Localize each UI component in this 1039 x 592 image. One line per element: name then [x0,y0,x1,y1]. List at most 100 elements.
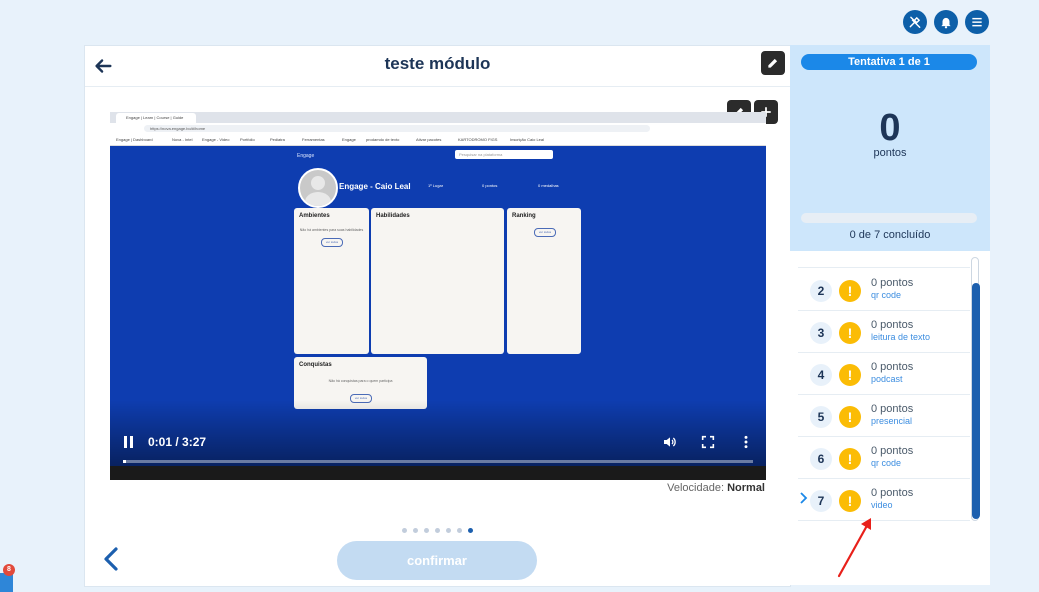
item-points: 0 pontos [871,403,914,415]
menu-icon [972,17,982,27]
tools-button[interactable] [903,10,927,34]
bookmark: KARTODROMO FIGS [458,137,498,142]
item-type: podcast [871,374,903,384]
bookmark: Nova - Intel [172,137,193,142]
item-points: 0 pontos [871,277,914,289]
recorded-bookmarks: Engage | Dashboard Nova - Intel Engage -… [110,134,766,146]
score-summary: Tentativa 1 de 1 0 pontos 0 de 7 concluí… [790,45,990,251]
menu-button[interactable] [965,10,989,34]
recorded-browser-tab: Engage | Learn | Course | Guide [116,113,196,123]
top-actions [903,10,989,34]
panel-text: Não há conquistas para o quem participa [328,379,393,383]
recorded-browser-tabs: Engage | Learn | Course | Guide [110,112,766,123]
carousel-dot[interactable] [435,528,440,533]
list-item-partial [798,255,970,268]
recorded-panel-ranking: Ranking ver todos [507,208,581,354]
bookmark: Pediatra [270,137,285,142]
pencil-icon [768,58,778,68]
recorded-url-bar: https://nova.engage.bo/#/home [110,123,766,134]
panel-text: Não há ambientes para suas habilidades [299,228,364,232]
speed-label: Velocidade: [667,482,725,494]
more-vertical-icon[interactable] [738,434,754,450]
annotation-arrow-icon [837,518,871,578]
item-number: 3 [810,322,832,344]
recorded-taskbar [110,466,766,480]
speed-value: Normal [727,482,765,494]
item-type: presencial [871,416,913,426]
item-number: 4 [810,364,832,386]
item-type: qr code [871,290,902,300]
video-progress-bar[interactable] [123,460,753,463]
carousel-dot[interactable] [402,528,407,533]
recorded-search: Pesquisar na plataforma [455,150,553,159]
list-item[interactable]: 6 ! 0 pontos qr code [798,436,970,479]
warning-icon: ! [839,364,861,386]
recorded-panel-ambientes: Ambientes Não há ambientes para suas hab… [294,208,369,354]
panel-button: ver todos [321,238,343,247]
bookmark: Ativar pacotes [416,137,442,142]
carousel-dot[interactable] [457,528,462,533]
item-points: 0 pontos [871,445,914,457]
side-tab[interactable] [0,573,13,592]
video-progress-fill [123,460,127,463]
warning-icon: ! [839,490,861,512]
activity-card: teste módulo Engage | Learn | Course | G… [84,45,791,587]
bookmark: Engage [342,137,356,142]
attempt-badge: Tentativa 1 de 1 [801,54,977,70]
list-item[interactable]: 5 ! 0 pontos presencial [798,394,970,437]
bookmark: Engage | Dashboard [116,137,153,142]
panel-button: ver todos [534,228,556,237]
item-type: qr code [871,458,902,468]
fullscreen-icon[interactable] [700,434,716,450]
item-number: 6 [810,448,832,470]
carousel-dot[interactable] [446,528,451,533]
completion-text: 0 de 7 concluído [849,229,931,241]
notifications-button[interactable] [934,10,958,34]
progress-sidebar: Tentativa 1 de 1 0 pontos 0 de 7 concluí… [790,45,990,585]
page-title: teste módulo [384,54,491,73]
notification-badge: 8 [3,564,15,576]
bookmark: Portfolio [240,137,255,142]
list-item[interactable]: 3 ! 0 pontos leitura de texto [798,310,970,353]
panel-title: Habilidades [376,213,410,219]
volume-icon[interactable] [662,434,678,450]
carousel-dots [402,528,473,533]
recorded-stat: 0 medalhas [538,183,559,188]
pause-icon[interactable] [124,436,134,448]
panel-title: Conquistas [299,362,332,368]
list-item[interactable]: 4 ! 0 pontos podcast [798,352,970,395]
recorded-logo: Engage [297,153,315,159]
item-points: 0 pontos [871,319,914,331]
edit-title-button[interactable] [761,51,785,75]
panel-title: Ranking [512,213,536,219]
item-points: 0 pontos [871,487,914,499]
item-points: 0 pontos [871,361,914,373]
item-number: 5 [810,406,832,428]
bookmark: Engage - Video [202,137,230,142]
item-number: 2 [810,280,832,302]
score-value: 0 [879,107,901,149]
video-player[interactable]: Engage | Learn | Course | Guide https://… [110,112,766,480]
list-item[interactable]: 2 ! 0 pontos qr code [798,268,970,311]
carousel-dot[interactable] [468,528,473,533]
tools-icon [909,16,921,28]
list-item-current[interactable]: 7 ! 0 pontos video [798,478,970,521]
recorded-stat: 1º Lugar [428,183,444,188]
carousel-dot[interactable] [413,528,418,533]
chevron-left-icon[interactable] [101,546,121,572]
warning-icon: ! [839,280,861,302]
carousel-dot[interactable] [424,528,429,533]
activity-list: 2 ! 0 pontos qr code 3 ! 0 pontos leitur… [798,255,970,585]
warning-icon: ! [839,406,861,428]
item-type: leitura de texto [871,332,931,342]
video-time: 0:01 / 3:27 [148,435,207,449]
recorded-url: https://nova.engage.bo/#/home [144,125,650,132]
recorded-avatar [298,168,338,208]
activity-header: teste módulo [85,46,790,87]
panel-title: Ambientes [299,213,330,219]
recorded-stat: 0 pontos [482,183,498,188]
recorded-user-name: Engage - Caio Leal [339,182,411,191]
list-scrollbar-thumb[interactable] [972,283,980,519]
confirm-button[interactable]: confirmar [337,541,537,580]
completion-bar [801,213,977,223]
